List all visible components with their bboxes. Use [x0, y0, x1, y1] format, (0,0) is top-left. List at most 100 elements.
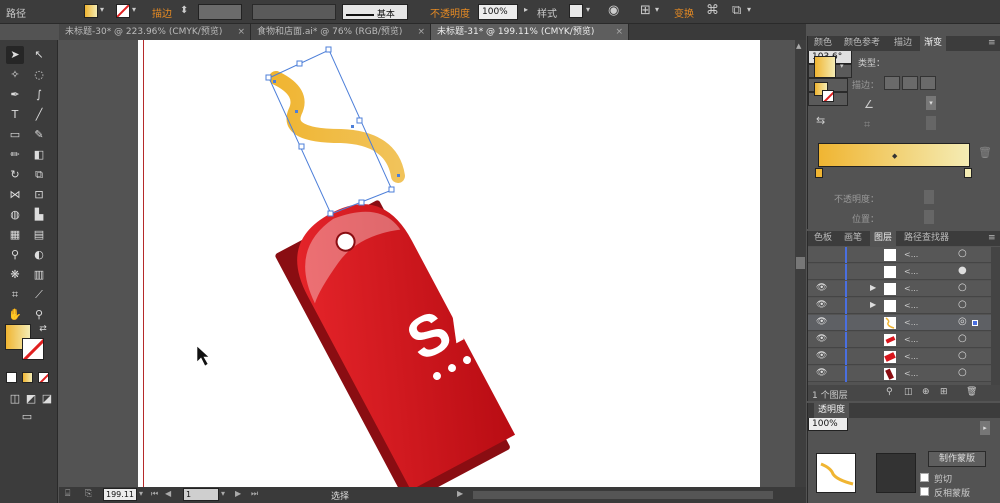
rectangle-tool-icon[interactable]: ▭ — [6, 126, 24, 144]
gradient-location-chevron[interactable] — [924, 210, 934, 224]
vertical-scrollbar[interactable]: ▲ — [795, 40, 806, 487]
pen-tool-icon[interactable]: ✒ — [6, 86, 24, 104]
eye-icon[interactable]: 👁 — [816, 283, 827, 293]
blend-tool-icon[interactable]: ◐ — [30, 246, 48, 264]
target-circle-icon[interactable]: ○ — [958, 367, 967, 378]
delete-layer-icon[interactable]: 🗑 — [966, 387, 977, 397]
stroke-gradient-within-button[interactable] — [884, 76, 900, 90]
tab-transparency[interactable]: 透明度 — [814, 403, 850, 418]
close-icon[interactable]: × — [417, 24, 425, 40]
gradient-opacity-chevron[interactable] — [924, 190, 934, 204]
recolor-icon[interactable]: ◉ — [608, 3, 619, 18]
gradient-preview-swatch[interactable] — [814, 56, 836, 78]
layer-row-selected[interactable]: 👁 <... ◎ — [808, 315, 991, 331]
target-circle-icon[interactable]: ○ — [958, 333, 967, 344]
layer-row[interactable]: 👁 ▶ <... ○ — [808, 281, 991, 297]
tab-pathfinder[interactable]: 路径查找器 — [900, 231, 953, 246]
close-icon[interactable]: × — [237, 24, 245, 40]
artboard-number-field[interactable]: 1 — [183, 488, 219, 501]
pathfinder-chevron-icon[interactable]: ▾ — [747, 5, 751, 14]
none-mode-icon[interactable] — [38, 372, 49, 383]
close-icon[interactable]: × — [615, 24, 623, 40]
width-tool-icon[interactable]: ⋈ — [6, 186, 24, 204]
eye-icon[interactable]: 👁 — [816, 334, 827, 344]
perspective-grid-icon[interactable]: ▦ — [6, 226, 24, 244]
panel-menu-icon[interactable]: ≡ — [984, 36, 1000, 51]
stroke-mini-swatch[interactable] — [822, 90, 834, 102]
angle-chevron-icon[interactable]: ▾ — [926, 96, 936, 110]
draw-inside-icon[interactable]: ◪ — [38, 390, 56, 408]
opacity-arrow-icon[interactable]: ▸ — [524, 5, 528, 14]
transform-link[interactable]: 变换 — [674, 5, 694, 20]
tab-layers[interactable]: 图层 — [870, 231, 897, 246]
gradient-mode-icon[interactable] — [22, 372, 33, 383]
transparency-opacity-arrow[interactable]: ▸ — [980, 421, 990, 435]
gradient-tool-icon[interactable]: ▤ — [30, 226, 48, 244]
layer-row[interactable]: <... ○ — [808, 247, 991, 263]
transparency-opacity-field[interactable]: 100% — [808, 417, 848, 431]
eye-icon[interactable]: 👁 — [816, 368, 827, 378]
rotate-tool-icon[interactable]: ↻ — [6, 166, 24, 184]
first-artboard-icon[interactable]: ⏮ — [151, 489, 158, 499]
make-mask-button[interactable]: 制作蒙版 — [928, 451, 986, 467]
scrollbar-thumb[interactable] — [796, 257, 805, 269]
target-circle-icon[interactable]: ○ — [958, 350, 967, 361]
tab-color[interactable]: 颜色 — [810, 36, 836, 51]
stroke-label[interactable]: 描边 — [152, 5, 172, 20]
paintbrush-icon[interactable]: ✎ — [30, 126, 48, 144]
graph-tool-icon[interactable]: ▥ — [30, 266, 48, 284]
gradient-stop-end[interactable] — [964, 168, 972, 178]
stroke-color-box[interactable] — [22, 338, 44, 360]
variable-width-dropdown[interactable] — [252, 4, 336, 20]
pencil-tool-icon[interactable]: ✏ — [6, 146, 24, 164]
doc-tab-2[interactable]: 食物和店面.ai* @ 76% (RGB/预览) × — [251, 24, 431, 40]
reverse-gradient-icon[interactable]: ⇆ — [816, 114, 825, 127]
midpoint-diamond-icon[interactable]: ◆ — [892, 152, 897, 160]
color-mode-icon[interactable] — [6, 372, 17, 383]
locate-object-icon[interactable]: ⚲ — [886, 387, 893, 397]
scale-tool-icon[interactable]: ⧉ — [30, 166, 48, 184]
artboard-tool-icon[interactable]: ⌗ — [6, 286, 24, 304]
tab-gradient[interactable]: 渐变 — [920, 36, 947, 51]
shape-builder-icon[interactable]: ◍ — [6, 206, 24, 224]
lasso-icon[interactable]: ◌ — [30, 66, 48, 84]
stroke-spinner-icon[interactable]: ⬍ — [180, 5, 188, 16]
last-artboard-icon[interactable]: ⏭ — [251, 489, 258, 499]
target-circle-icon[interactable]: ○ — [958, 282, 967, 293]
prev-artboard-icon[interactable]: ◀ — [165, 489, 171, 498]
pathfinder-icon[interactable]: ⧉ — [732, 3, 741, 18]
delete-stop-icon[interactable]: 🗑 — [978, 146, 992, 159]
stroke-profile-dropdown[interactable]: 基本 — [342, 4, 408, 20]
eye-icon[interactable]: 👁 — [816, 317, 827, 327]
invert-mask-checkbox[interactable] — [920, 487, 929, 496]
free-transform-icon[interactable]: ⊡ — [30, 186, 48, 204]
align-chevron-icon[interactable]: ▾ — [655, 5, 659, 14]
symbol-sprayer-icon[interactable]: ❋ — [6, 266, 24, 284]
new-layer-icon[interactable]: ⊞ — [940, 387, 948, 397]
layer-row[interactable]: 👁 <... ○ — [808, 332, 991, 348]
slice-tool-icon[interactable]: ⟋ — [30, 286, 48, 304]
artboard-chevron-icon[interactable]: ▾ — [221, 489, 225, 498]
export-icon[interactable]: ⎘ — [85, 489, 92, 499]
target-circle-icon[interactable]: ○ — [958, 299, 967, 310]
sale-tag[interactable]: SALE — [270, 186, 564, 487]
align-icon[interactable]: ⊞ — [640, 3, 651, 18]
style-swatch[interactable] — [569, 4, 583, 18]
zoom-chevron-icon[interactable]: ▾ — [139, 489, 143, 498]
doc-tab-1[interactable]: 未标题-30* @ 223.96% (CMYK/预览) × — [59, 24, 251, 40]
layer-row[interactable]: 👁 ▶ <... ○ — [808, 298, 991, 314]
expand-arrow-icon[interactable]: ▶ — [870, 300, 876, 309]
layer-row[interactable]: 👁 <... ○ — [808, 366, 991, 382]
isolate-icon[interactable]: ⌘ — [706, 3, 719, 18]
target-circle-icon[interactable]: ● — [958, 265, 967, 276]
tab-color-guide[interactable]: 颜色参考 — [840, 36, 884, 51]
tab-stroke[interactable]: 描边 — [890, 36, 916, 51]
curvature-tool-icon[interactable]: ∫ — [30, 86, 48, 104]
opacity-label[interactable]: 不透明度 — [430, 5, 470, 20]
opacity-field[interactable]: 100% — [478, 4, 518, 20]
type-tool-icon[interactable]: T — [6, 106, 24, 124]
stroke-swatch[interactable] — [116, 4, 130, 18]
canvas-area[interactable]: SALE — [59, 40, 795, 487]
tab-brushes[interactable]: 画笔 — [840, 231, 866, 246]
eye-icon[interactable]: 👁 — [816, 351, 827, 361]
